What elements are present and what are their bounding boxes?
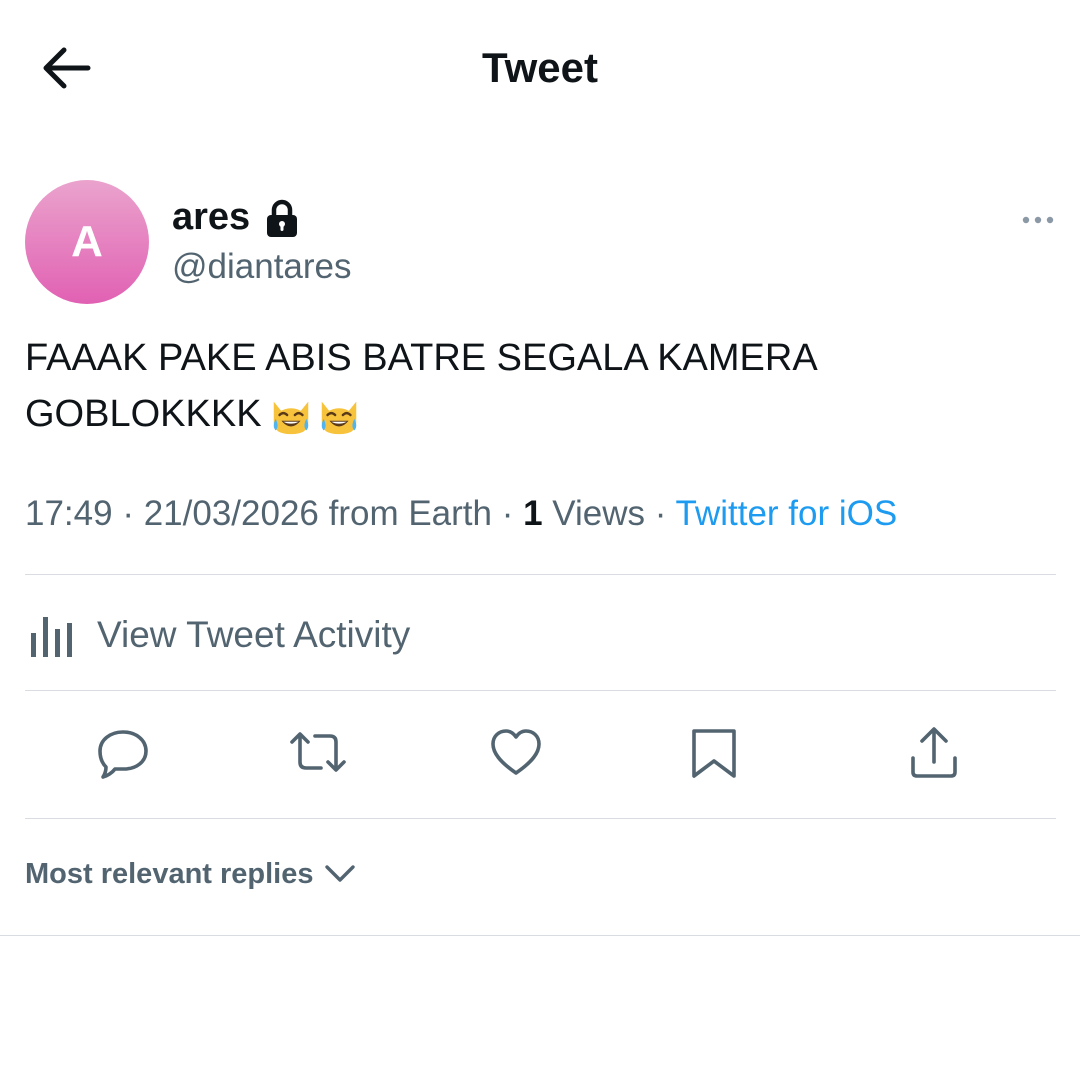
tweet-meta: 17:49 · 21/03/2026 from Earth · 1 Views …	[25, 494, 897, 534]
replies-sort-label: Most relevant replies	[25, 857, 314, 890]
tweet-date: 21/03/2026	[143, 494, 319, 533]
tweet-action-bar	[0, 722, 1080, 792]
bar-chart-icon	[31, 617, 72, 657]
cat-tears-of-joy-emoji-icon	[273, 401, 308, 435]
share-button[interactable]	[904, 722, 964, 782]
like-button[interactable]	[486, 722, 546, 782]
views-count: 1	[523, 494, 543, 533]
bookmark-icon	[692, 729, 736, 778]
tweet-line-1: FAAAK PAKE ABIS BATRE SEGALA KAMERA	[25, 337, 818, 379]
display-name[interactable]: ares	[172, 196, 250, 239]
top-bar: Tweet	[0, 0, 1080, 140]
tweet-time: 17:49	[25, 494, 113, 533]
replies-sort-dropdown[interactable]: Most relevant replies	[25, 856, 358, 892]
heart-icon	[491, 729, 541, 775]
avatar-initial: A	[71, 217, 103, 266]
emoji-group	[268, 388, 364, 444]
source-link[interactable]: Twitter for iOS	[676, 494, 898, 533]
user-handle[interactable]: @diantares	[172, 247, 352, 287]
meta-separator: ·	[645, 494, 676, 533]
views-label: Views	[542, 494, 646, 533]
author-name-row: ares	[172, 196, 300, 239]
bookmark-button[interactable]	[684, 722, 744, 782]
divider	[25, 574, 1056, 575]
share-icon	[911, 727, 957, 778]
meta-separator: ·	[112, 494, 144, 533]
avatar[interactable]: A	[25, 180, 149, 304]
reply-button[interactable]	[93, 722, 153, 782]
cat-tears-of-joy-emoji-icon	[321, 401, 356, 435]
view-tweet-activity-button[interactable]: View Tweet Activity	[25, 600, 410, 670]
more-options-button[interactable]	[1018, 206, 1062, 234]
chevron-down-icon	[324, 865, 355, 882]
tweet-line-2: GOBLOKKKK	[25, 393, 262, 435]
retweet-button[interactable]	[288, 722, 348, 782]
divider	[0, 935, 1080, 936]
more-horizontal-icon	[1022, 216, 1054, 224]
divider	[25, 818, 1056, 819]
page-title: Tweet	[482, 44, 598, 91]
activity-label: View Tweet Activity	[97, 614, 411, 655]
retweet-icon	[290, 732, 346, 772]
tweet-location: from Earth ·	[318, 494, 524, 533]
reply-icon	[98, 730, 148, 779]
lock-icon	[267, 199, 298, 237]
tweet-text: FAAAK PAKE ABIS BATRE SEGALA KAMERA GOBL…	[25, 330, 1045, 444]
divider	[25, 690, 1056, 691]
